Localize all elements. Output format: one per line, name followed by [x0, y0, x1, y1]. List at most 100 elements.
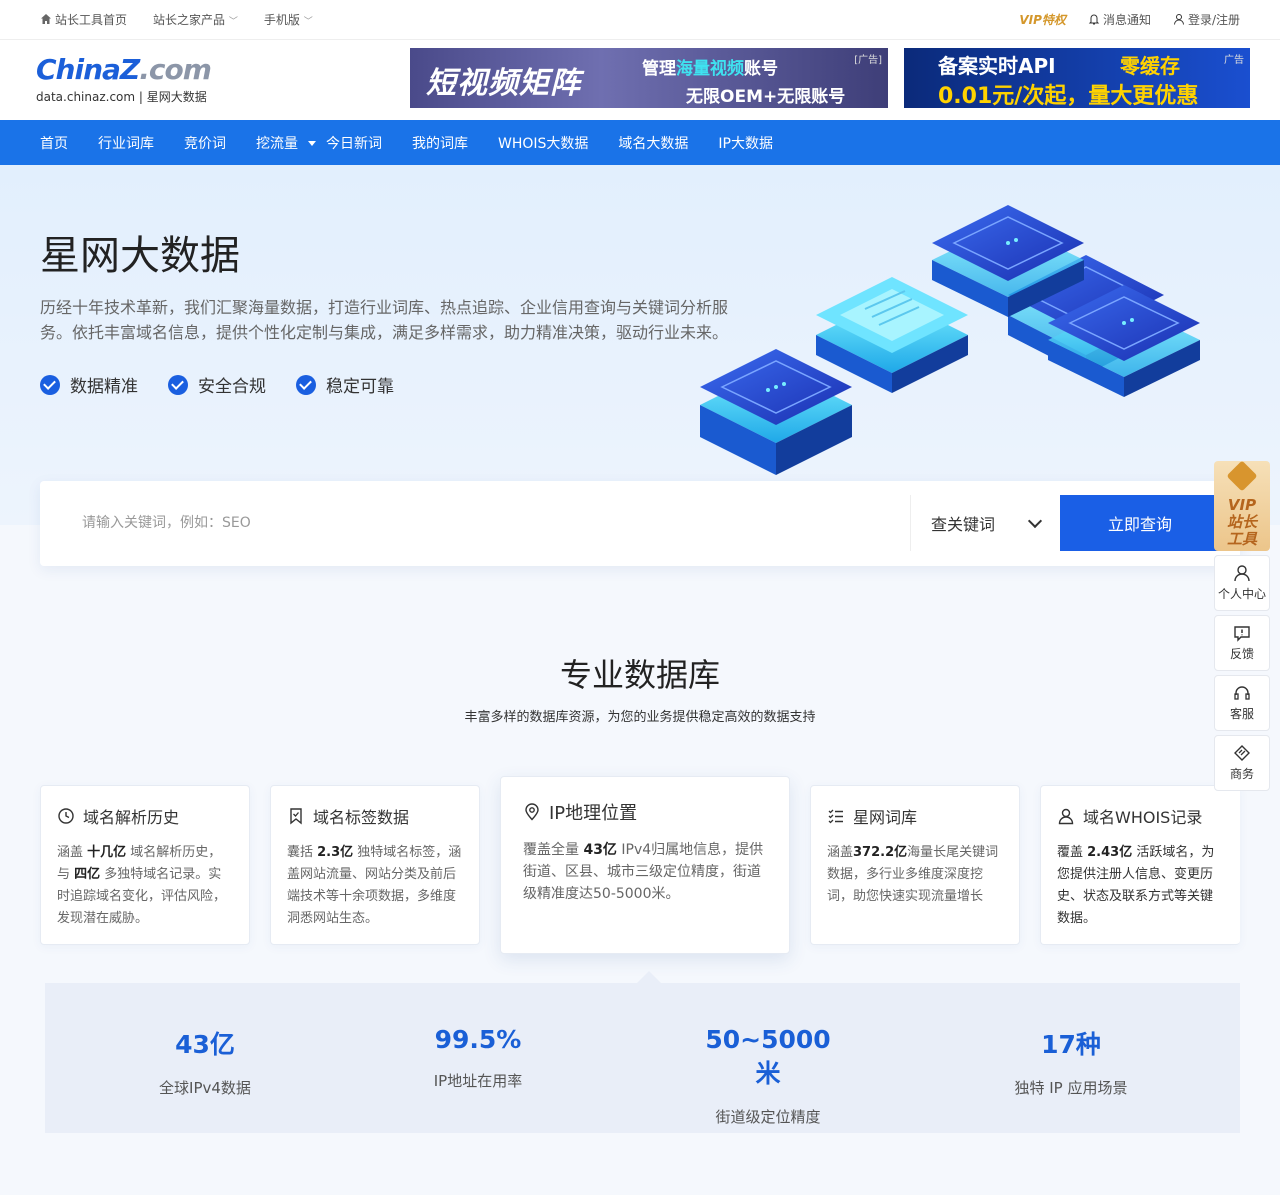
top-bar: 站长工具首页 站长之家产品 ﹀ 手机版 ﹀ VIP特权 消息通知 登录/注册	[0, 0, 1280, 40]
section-subtitle: 丰富多样的数据库资源，为您的业务提供稳定高效的数据支持	[464, 710, 816, 725]
float-label: 反馈	[1229, 647, 1254, 661]
nav-my-words[interactable]: 我的词库	[412, 133, 468, 153]
card-title: 域名WHOIS记录	[1083, 808, 1203, 827]
card-description: 覆盖 2.43亿 活跃域名，为您提供注册人信息、变更历史、状态及联系方式等关键数…	[1057, 842, 1224, 930]
card-desc-text: 涵盖	[827, 845, 854, 860]
card-desc-text: 覆盖	[1057, 845, 1088, 860]
diamond-icon	[1226, 460, 1258, 492]
vip-badge-line: 工具	[1226, 530, 1257, 548]
card-description: 覆盖全量 43亿 IPv4归属地信息，提供街道、区县、城市三级定位精度，街道级精…	[523, 839, 767, 905]
nav-whois[interactable]: WHOIS大数据	[498, 133, 588, 153]
card-description: 囊括 2.3亿 独特域名标签，涵盖网站流量、网站分类及前后端技术等十余项数据，多…	[287, 842, 463, 930]
section-title: 专业数据库	[559, 656, 720, 694]
mobile-menu[interactable]: 手机版 ﹀	[264, 11, 313, 28]
ad1-tag: [广告]	[854, 55, 882, 66]
float-label: 个人中心	[1217, 587, 1266, 601]
nav-traffic[interactable]: 挖流量	[256, 133, 316, 153]
ad1-line1-c: 账号	[744, 59, 778, 79]
stat-label: 街道级定位精度	[715, 1108, 821, 1126]
ad2-line1b: 零缓存	[1120, 54, 1180, 78]
stats-panel: 43亿 全球IPv4数据 99.5% IP地址在用率 50~5000米 街道级定…	[45, 971, 1240, 1133]
search-type-select[interactable]: 查关键词	[910, 495, 1060, 551]
hero-title: 星网大数据	[40, 233, 240, 279]
nav-home[interactable]: 首页	[40, 133, 68, 153]
ad2-tag: 广告	[1224, 55, 1244, 66]
card-desc-highlight: 2.43亿	[1087, 845, 1133, 860]
db-card-domain-tags[interactable]: 域名标签数据 囊括 2.3亿 独特域名标签，涵盖网站流量、网站分类及前后端技术等…	[270, 785, 480, 945]
db-card-whois[interactable]: 域名WHOIS记录 覆盖 2.43亿 活跃域名，为您提供注册人信息、变更历史、状…	[1040, 785, 1240, 945]
ad1-headline: 短视频矩阵	[426, 66, 581, 101]
chevron-down-icon: ﹀	[228, 17, 238, 27]
nav-bid-words[interactable]: 竞价词	[184, 133, 226, 153]
products-label: 站长之家产品	[153, 13, 226, 27]
nav-today-words[interactable]: 今日新词	[326, 133, 382, 153]
products-menu[interactable]: 站长之家产品 ﹀	[153, 11, 238, 28]
card-desc-highlight: 十几亿	[87, 845, 127, 860]
card-title-row: 域名标签数据	[287, 804, 463, 828]
vip-badge-line: VIP	[1227, 496, 1257, 514]
card-desc-text: 覆盖全量	[523, 842, 584, 858]
logo-brand-a: China	[36, 53, 121, 86]
db-card-keyword-library[interactable]: 星网词库 涵盖372.2亿海量长尾关键词数据，多行业多维度深度挖词，助您快速实现…	[810, 785, 1020, 945]
nav-ip[interactable]: IP大数据	[718, 133, 773, 153]
db-card-dns-history[interactable]: 域名解析历史 涵盖 十几亿 域名解析历史，与 四亿 多独特域名记录。实时追踪域名…	[40, 785, 250, 945]
user-icon	[1234, 565, 1250, 582]
float-feedback-button[interactable]: 反馈	[1214, 615, 1270, 671]
ad2-line2: 0.01元/次起，量大更优惠	[938, 84, 1199, 108]
stat-item: 50~5000米 街道级定位精度	[693, 1025, 843, 1127]
home-link[interactable]: 站长工具首页	[40, 11, 127, 28]
logo-brand-b: .com	[139, 53, 212, 86]
stat-label: 独特 IP 应用场景	[1014, 1079, 1128, 1097]
home-link-label: 站长工具首页	[55, 13, 128, 27]
hero-section: 星网大数据 历经十年技术革新，我们汇聚海量数据，打造行业词库、热点追踪、企业信用…	[0, 165, 1280, 525]
nav-traffic-label: 挖流量	[256, 135, 298, 152]
login-link[interactable]: 登录/注册	[1173, 11, 1240, 28]
vip-tools-badge[interactable]: VIP 站长 工具	[1214, 460, 1270, 551]
search-input[interactable]	[60, 495, 910, 551]
feature-item: 稳定可靠	[296, 372, 394, 397]
search-button[interactable]: 立即查询	[1060, 495, 1220, 551]
tag-icon	[1234, 745, 1250, 761]
card-desc-text: 涵盖	[57, 845, 88, 860]
floating-sidebar: VIP 站长 工具 个人中心 反馈 客服 商务	[1214, 460, 1270, 791]
stat-item: 43亿 全球IPv4数据	[145, 1025, 265, 1098]
notify-link[interactable]: 消息通知	[1088, 11, 1151, 28]
nav-domain[interactable]: 域名大数据	[618, 133, 688, 153]
stat-value: 50~5000米	[705, 1025, 831, 1088]
stat-value: 43亿	[175, 1030, 235, 1059]
float-profile-button[interactable]: 个人中心	[1214, 555, 1270, 611]
stat-item: 17种 独特 IP 应用场景	[995, 1025, 1147, 1098]
stat-item: 99.5% IP地址在用率	[418, 1025, 538, 1091]
main-nav: 首页 行业词库 竞价词 挖流量 今日新词 我的词库 WHOIS大数据 域名大数据…	[0, 120, 1280, 165]
search-panel: 查关键词 立即查询	[40, 481, 1240, 566]
logo-subtitle: data.chinaz.com | 星网大数据	[36, 90, 207, 104]
card-title-row: 星网词库	[827, 804, 1003, 828]
ad-banner-video-matrix[interactable]: 短视频矩阵 管理海量视频账号 无限OEM+无限账号 [广告]	[410, 48, 888, 108]
ad2-line1: 备案实时API	[938, 54, 1056, 78]
ad1-line1: 管理海量视频账号	[642, 54, 778, 79]
vip-link[interactable]: VIP特权	[1019, 11, 1066, 28]
db-card-ip-location[interactable]: IP地理位置 覆盖全量 43亿 IPv4归属地信息，提供街道、区县、城市三级定位…	[500, 776, 790, 954]
bell-icon	[1088, 14, 1100, 25]
card-title: 星网词库	[853, 808, 918, 827]
bookmark-icon	[290, 808, 302, 825]
hero-features: 数据精准 安全合规 稳定可靠	[40, 372, 394, 397]
card-title-row: 域名WHOIS记录	[1057, 804, 1224, 828]
float-business-button[interactable]: 商务	[1214, 735, 1270, 791]
login-label: 登录/注册	[1187, 13, 1240, 27]
search-type-value: 查关键词	[931, 515, 996, 534]
card-title-row: IP地理位置	[523, 799, 767, 825]
feature-label: 数据精准	[70, 377, 138, 397]
card-description: 涵盖372.2亿海量长尾关键词数据，多行业多维度深度挖词，助您快速实现流量增长	[827, 842, 1003, 908]
ad1-line1-a: 管理	[642, 59, 676, 79]
logo-brand-z: Z	[119, 53, 140, 86]
card-desc-highlight: 四亿	[74, 867, 101, 882]
nav-industry-words[interactable]: 行业词库	[98, 133, 154, 153]
feedback-icon	[1234, 626, 1250, 642]
card-desc-text: 囊括	[287, 845, 318, 860]
site-logo[interactable]: ChinaZ.com data.chinaz.com | 星网大数据	[36, 53, 212, 105]
float-service-button[interactable]: 客服	[1214, 675, 1270, 731]
card-desc-highlight: 43亿	[583, 842, 617, 858]
ad-banner-api[interactable]: 备案实时API 零缓存 0.01元/次起，量大更优惠 广告	[904, 48, 1250, 108]
card-title-row: 域名解析历史	[57, 804, 233, 828]
